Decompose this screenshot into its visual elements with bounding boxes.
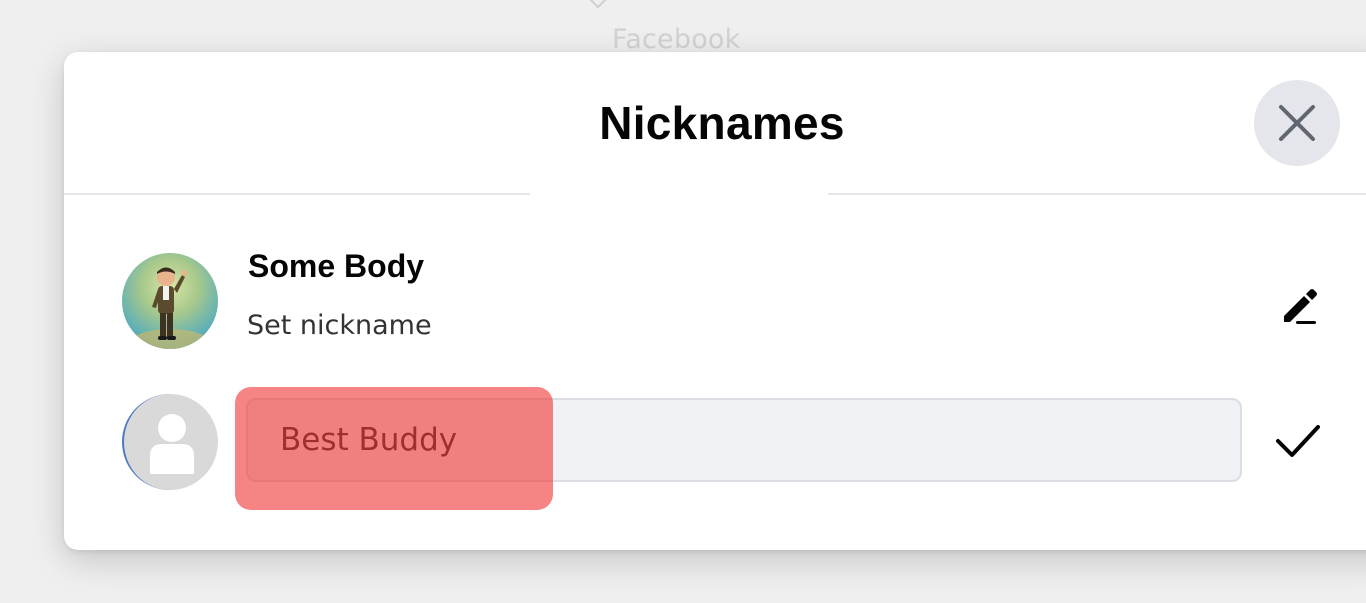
close-button[interactable] — [1254, 80, 1340, 166]
dialog-title: Nicknames — [599, 97, 845, 149]
member-name: Some Body — [248, 248, 425, 284]
member-avatar — [122, 253, 218, 349]
backdrop-caption: Facebook — [612, 24, 741, 55]
confirm-nickname-button[interactable] — [1270, 416, 1326, 466]
default-user-icon — [150, 414, 194, 474]
avatar-character-icon — [130, 267, 210, 349]
header-divider-left — [64, 193, 530, 195]
member-avatar-placeholder — [122, 394, 218, 490]
set-nickname-label[interactable]: Set nickname — [247, 310, 432, 341]
pencil-icon — [1284, 289, 1317, 324]
nicknames-dialog: Nicknames Some Body Set nickname — [64, 52, 1366, 550]
header-divider-right — [828, 193, 1366, 195]
checkmark-icon — [1276, 425, 1320, 457]
nickname-input[interactable] — [246, 398, 1242, 482]
edit-nickname-button[interactable] — [1274, 280, 1324, 330]
close-icon — [1279, 105, 1315, 141]
backdrop-caret — [589, 0, 607, 9]
